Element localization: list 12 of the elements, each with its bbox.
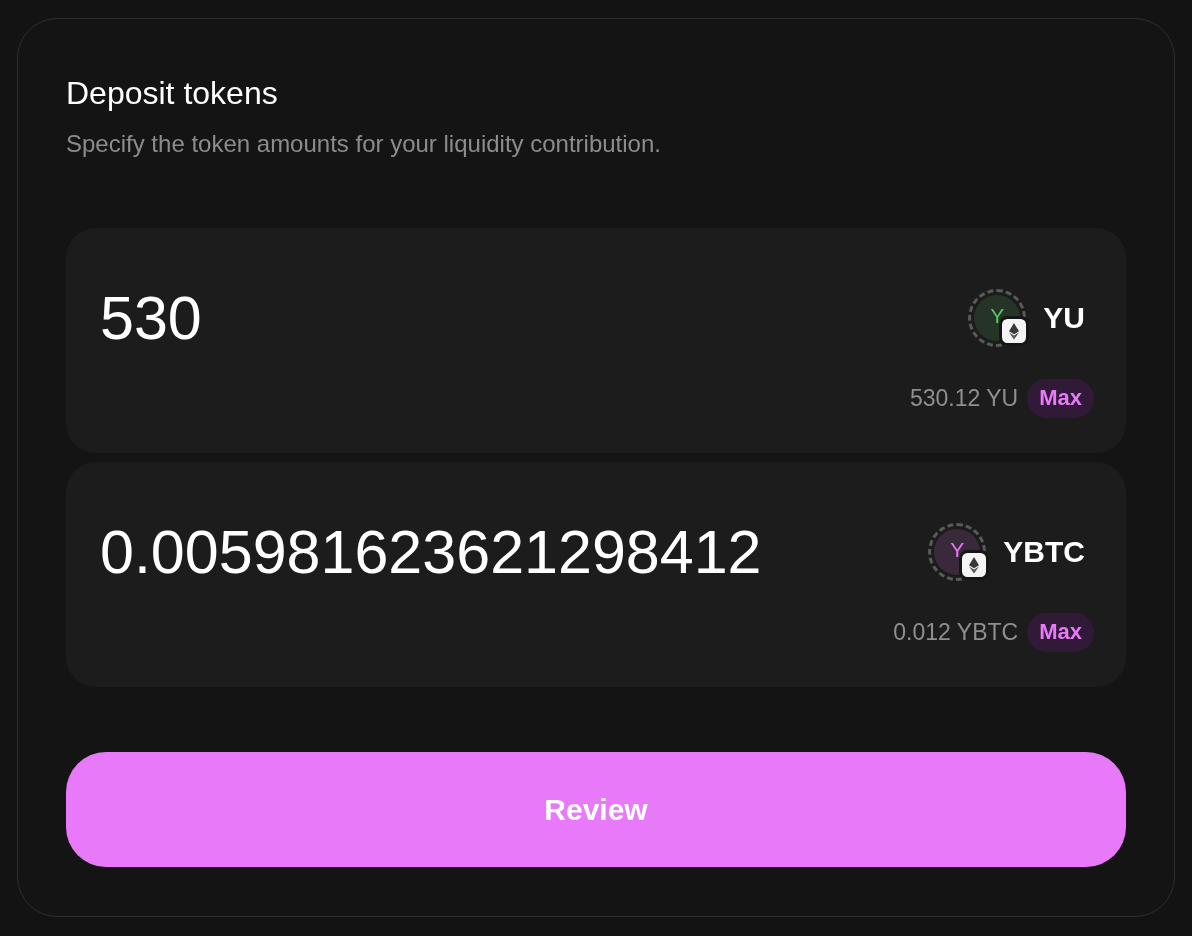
- balance-text: 0.012 YBTC: [893, 618, 1019, 646]
- amount-input[interactable]: 530: [98, 286, 798, 350]
- token-symbol: YU: [1043, 300, 1085, 336]
- token-symbol: YBTC: [1003, 534, 1085, 570]
- amount-input[interactable]: 0.005981623621298412: [98, 520, 798, 584]
- section-description: Specify the token amounts for your liquidity contribution.: [66, 129, 661, 159]
- max-button[interactable]: Max: [1027, 612, 1094, 652]
- token-letter: Y: [950, 539, 965, 561]
- section-title: Deposit tokens: [66, 75, 278, 111]
- balance-text: 530.12 YU: [909, 384, 1019, 412]
- token-letter: Y: [990, 305, 1005, 327]
- max-button[interactable]: Max: [1027, 378, 1094, 418]
